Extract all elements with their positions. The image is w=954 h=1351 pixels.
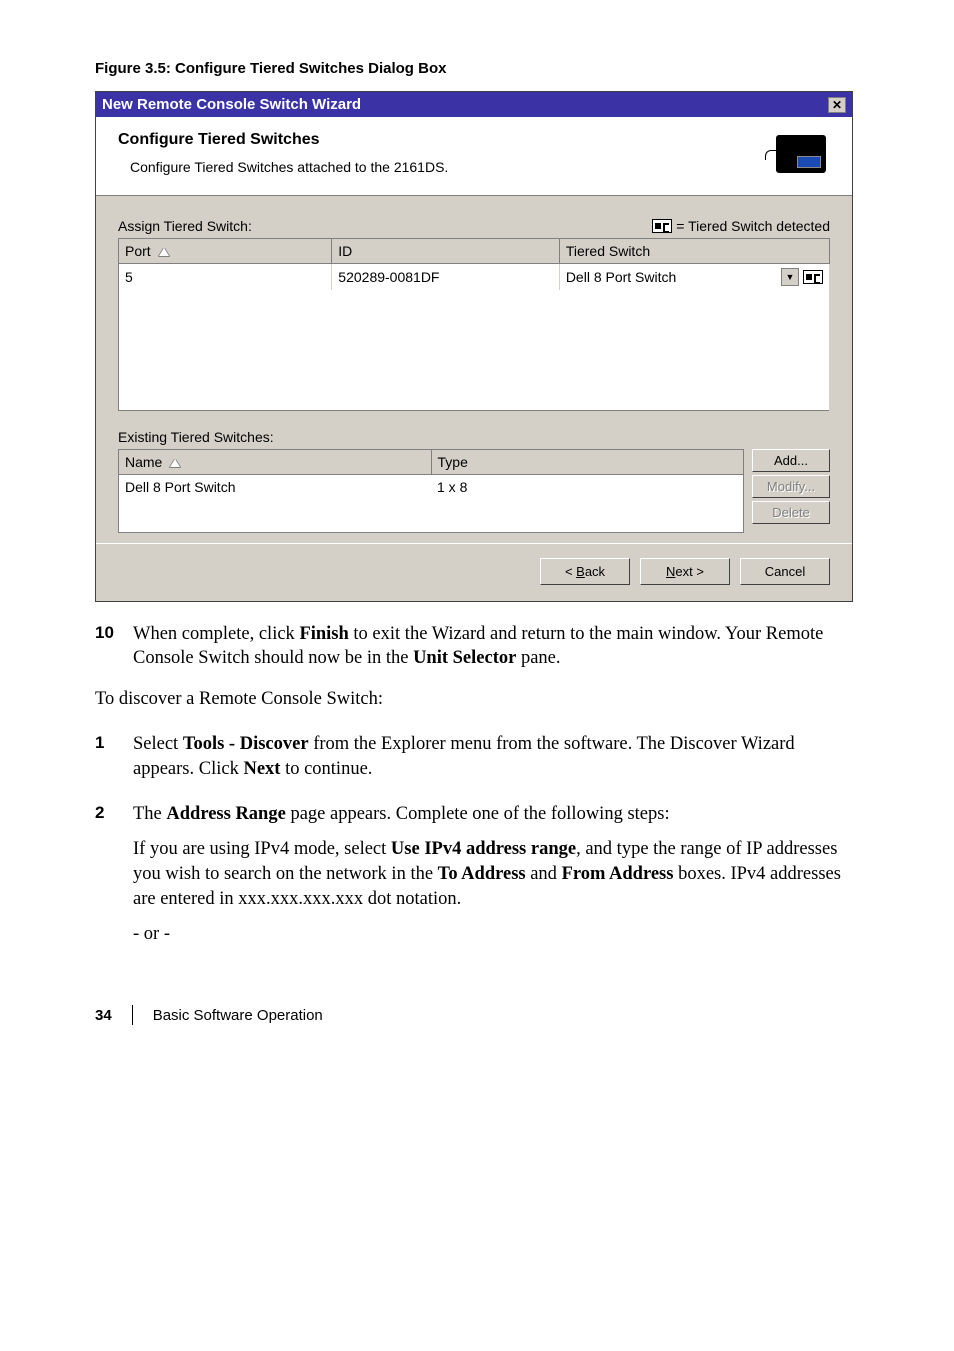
col-header-name[interactable]: Name [119,449,432,474]
cell-type: 1 x 8 [431,474,744,532]
sort-asc-icon [170,459,180,467]
next-button[interactable]: Next > [640,558,730,585]
step-1: 1 Select Tools - Discover from the Explo… [95,732,859,782]
assign-label: Assign Tiered Switch: [118,218,252,234]
existing-table: Name Type Dell 8 Port Switch 1 x 8 [118,449,744,533]
step-text: The Address Range page appears. Complete… [133,802,859,947]
dialog-body: Assign Tiered Switch: = Tiered Switch de… [96,196,852,543]
back-key: B [576,564,585,579]
step-2: 2 The Address Range page appears. Comple… [95,802,859,947]
col-header-port-label: Port [125,243,151,259]
dialog-header-title: Configure Tiered Switches [118,131,776,149]
step-10: 10 When complete, click Finish to exit t… [95,622,859,672]
dialog-header-subtitle: Configure Tiered Switches attached to th… [118,159,776,175]
step-number: 10 [95,622,133,672]
tiered-switch-value: Dell 8 Port Switch [566,269,777,285]
delete-button[interactable]: Delete [752,501,830,524]
cell-name: Dell 8 Port Switch [119,474,432,532]
legend: = Tiered Switch detected [652,218,830,234]
col-header-port[interactable]: Port [119,239,332,264]
discover-intro: To discover a Remote Console Switch: [95,687,859,712]
assign-table: Port ID Tiered Switch 5 520289-0081DF De… [118,238,830,411]
assign-table-empty [119,290,830,410]
step-number: 1 [95,732,133,782]
cell-id: 520289-0081DF [332,264,560,291]
figure-caption: Figure 3.5: Configure Tiered Switches Di… [95,60,859,77]
step-text: Select Tools - Discover from the Explore… [133,732,859,782]
cell-tiered[interactable]: Dell 8 Port Switch ▼ [559,264,829,291]
back-button[interactable]: < Back [540,558,630,585]
cell-port: 5 [119,264,332,291]
tiered-switch-icon [652,219,672,233]
step-text: When complete, click Finish to exit the … [133,622,859,672]
chevron-down-icon: ▼ [786,272,795,282]
close-icon: ✕ [832,98,842,112]
step-number: 2 [95,802,133,947]
back-prefix: < [565,564,576,579]
next-key: N [666,564,675,579]
footer-divider [132,1005,133,1025]
or-separator: - or - [133,924,170,944]
titlebar: New Remote Console Switch Wizard ✕ [96,92,852,117]
back-rest: ack [585,564,605,579]
dialog-header: Configure Tiered Switches Configure Tier… [96,117,852,196]
window-title: New Remote Console Switch Wizard [102,96,361,113]
close-button[interactable]: ✕ [828,97,846,113]
cancel-button[interactable]: Cancel [740,558,830,585]
tiered-switch-icon [803,270,823,284]
page-footer: 34 Basic Software Operation [95,1005,859,1025]
next-rest: ext > [675,564,704,579]
document-body: 10 When complete, click Finish to exit t… [95,622,859,948]
modify-button[interactable]: Modify... [752,475,830,498]
dialog-window: New Remote Console Switch Wizard ✕ Confi… [95,91,853,602]
add-button[interactable]: Add... [752,449,830,472]
page-number: 34 [95,1007,112,1024]
dropdown-button[interactable]: ▼ [781,268,799,286]
col-header-name-label: Name [125,454,162,470]
section-title: Basic Software Operation [153,1007,323,1024]
switch-device-icon [776,135,826,173]
dialog-footer: < Back Next > Cancel [96,543,852,601]
col-header-id[interactable]: ID [332,239,560,264]
col-header-type[interactable]: Type [431,449,744,474]
existing-label: Existing Tiered Switches: [118,429,830,445]
existing-row[interactable]: Dell 8 Port Switch 1 x 8 [119,474,744,532]
legend-text: = Tiered Switch detected [676,218,830,234]
col-header-tiered[interactable]: Tiered Switch [559,239,829,264]
assign-row[interactable]: 5 520289-0081DF Dell 8 Port Switch ▼ [119,264,830,291]
sort-asc-icon [159,248,169,256]
